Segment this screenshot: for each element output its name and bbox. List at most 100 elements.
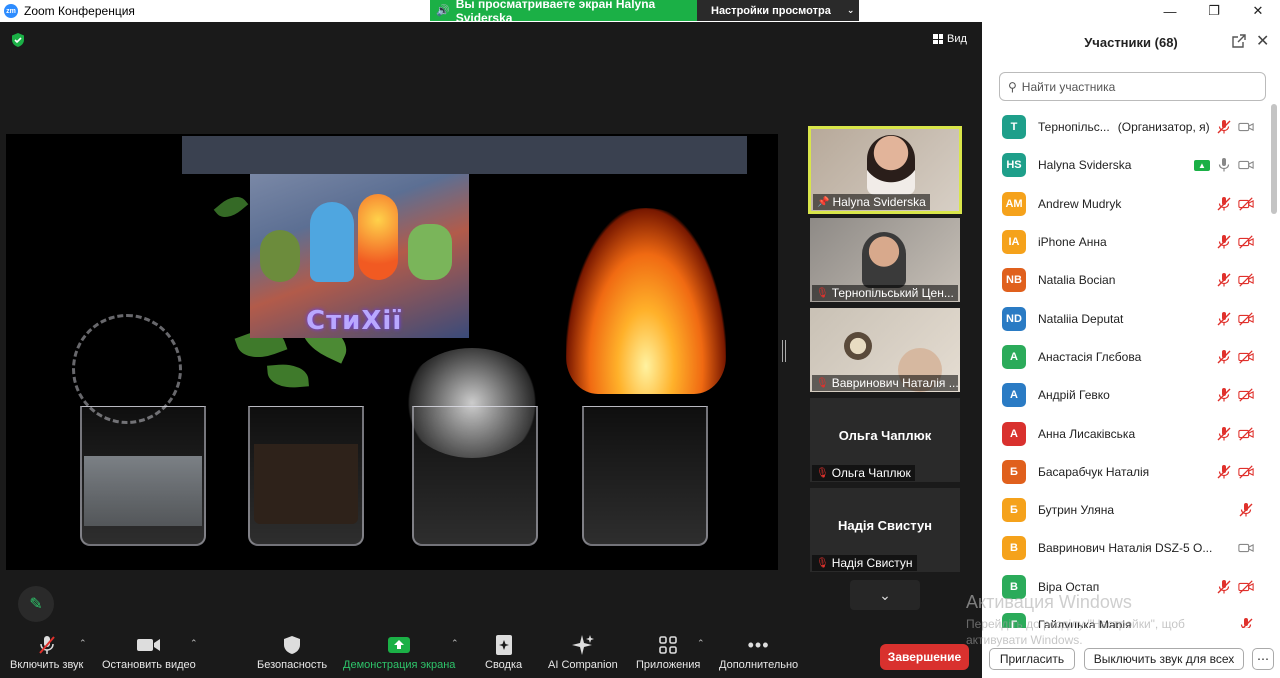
collapse-panel-icon[interactable]: ✕	[1256, 31, 1269, 51]
participant-avatar: В	[1002, 574, 1026, 599]
shared-screen[interactable]: СтиХії	[6, 134, 778, 570]
tile-label: 📌 Halyna Sviderska	[813, 194, 930, 210]
mic-muted-icon	[1216, 426, 1232, 442]
video-tile[interactable]: Надія Свистун 🎙 Надія Свистун	[810, 488, 960, 572]
video-off-icon	[1238, 387, 1254, 403]
participant-row[interactable]: А Андрій Гевко	[982, 376, 1270, 414]
security-label: Безопасность	[257, 659, 328, 671]
leaf	[267, 362, 309, 390]
share-screen-icon	[387, 634, 411, 656]
chevron-down-icon: ⌄	[846, 5, 855, 15]
audio-options-caret[interactable]: ⌃	[79, 638, 87, 649]
participant-status-icons	[1238, 617, 1254, 628]
participant-row[interactable]: IA iPhone Анна	[982, 223, 1270, 261]
popout-icon[interactable]	[1232, 34, 1246, 48]
window-title: Zoom Конференция	[24, 4, 135, 18]
summary-button[interactable]: Сводка	[485, 634, 522, 671]
tile-label: 🎙 Ольга Чаплюк	[812, 465, 915, 481]
share-screen-button[interactable]: Демонстрация экрана	[343, 634, 455, 671]
participant-row[interactable]: Б Басарабчук Наталія	[982, 453, 1270, 491]
video-off-icon	[1238, 349, 1254, 365]
share-screen-label: Демонстрация экрана	[343, 659, 456, 671]
resize-handle[interactable]	[782, 340, 786, 362]
participant-search-input[interactable]: ⚲ Найти участника	[999, 72, 1266, 101]
participant-row[interactable]: AM Andrew Mudryk	[982, 185, 1270, 223]
ai-companion-label: AI Companion	[548, 659, 618, 671]
chevron-down-icon: ⌄	[879, 586, 891, 603]
wall-clock	[844, 332, 872, 360]
participant-status-icons	[1238, 540, 1254, 556]
participant-status-icons	[1216, 196, 1254, 212]
search-placeholder: Найти участника	[1021, 79, 1116, 94]
participant-status-icons	[1216, 119, 1254, 135]
participant-row[interactable]: NB Natalia Bocian	[982, 261, 1270, 299]
participant-avatar: Г	[1002, 613, 1026, 628]
ai-companion-button[interactable]: AI Companion	[548, 634, 618, 671]
annotate-pen-button[interactable]: ✎	[18, 586, 54, 622]
maximize-button[interactable]: ❐	[1192, 0, 1236, 22]
video-off-icon	[1238, 234, 1254, 250]
participant-avatar: NB	[1002, 268, 1026, 293]
tile-participant-name: Ольга Чаплюк	[831, 466, 911, 480]
participant-row[interactable]: В Вавринович Наталія DSZ-5 О...	[982, 529, 1270, 567]
mute-all-button[interactable]: Выключить звук для всех	[1084, 648, 1244, 670]
mic-muted-icon	[1216, 196, 1232, 212]
video-options-caret[interactable]: ⌃	[190, 638, 198, 649]
mic-muted-icon: 🎙	[816, 557, 829, 569]
video-tile[interactable]: Ольга Чаплюк 🎙 Ольга Чаплюк	[810, 398, 960, 482]
close-button[interactable]: ✕	[1236, 0, 1280, 22]
more-button[interactable]: ••• Дополнительно	[719, 634, 798, 672]
video-camera-icon	[136, 634, 162, 656]
participant-row[interactable]: T Тернопільс... (Организатор, я)	[982, 108, 1270, 146]
participant-avatar: T	[1002, 115, 1026, 140]
glass-earth	[248, 406, 364, 546]
participant-row[interactable]: Б Бутрин Уляна	[982, 491, 1270, 529]
stop-video-button[interactable]: Остановить видео	[102, 634, 196, 671]
participant-status-icons	[1216, 349, 1254, 365]
participant-row[interactable]: А Анна Лисаківська	[982, 414, 1270, 452]
apps-label: Приложения	[636, 659, 701, 671]
participant-avatar: А	[1002, 344, 1026, 369]
tile-center-name: Ольга Чаплюк	[838, 428, 932, 443]
participant-avatar: Б	[1002, 498, 1026, 523]
end-meeting-button[interactable]: Завершение	[880, 644, 969, 670]
participant-row[interactable]: ND Nataliia Deputat	[982, 299, 1270, 337]
participant-name: Анна Лисаківська	[1038, 426, 1136, 441]
participant-status-icons	[1216, 311, 1254, 327]
participant-avatar: А	[1002, 383, 1026, 408]
participant-list: T Тернопільс... (Организатор, я) HS Halyna S…	[982, 108, 1270, 628]
apps-button[interactable]: Приложения	[636, 634, 700, 671]
unmute-button[interactable]: Включить звук	[10, 634, 83, 671]
video-tile[interactable]: 🎙 Вавринович Наталія ...	[810, 308, 960, 392]
invite-button[interactable]: Пригласить	[989, 648, 1075, 670]
participant-name: Гайдуцька Марія	[1038, 618, 1132, 628]
participant-row[interactable]: Г Гайдуцька Марія	[982, 606, 1270, 628]
view-button[interactable]: Вид	[933, 33, 967, 45]
encryption-shield-icon[interactable]	[10, 32, 26, 48]
video-icon	[1238, 540, 1254, 556]
tile-center-name: Надія Свистун	[837, 518, 933, 533]
sharing-screen-icon: ▲	[1194, 159, 1210, 171]
gallery-scroll-down-button[interactable]: ⌄	[850, 580, 920, 610]
participant-name: Вавринович Наталія DSZ-5 О...	[1038, 541, 1213, 556]
apps-options-caret[interactable]: ⌃	[697, 638, 705, 649]
window-controls: — ❐ ✕	[1148, 0, 1280, 22]
tile-participant-name: Вавринович Наталія ...	[831, 376, 958, 390]
security-button[interactable]: Безопасность	[257, 634, 327, 671]
video-tile[interactable]: 🎙 Тернопільський Цен...	[810, 218, 960, 302]
participant-row[interactable]: В Віра Остап	[982, 568, 1270, 606]
participant-row[interactable]: HS Halyna Sviderska ▲	[982, 146, 1270, 184]
participant-list-scrollbar[interactable]	[1271, 104, 1277, 214]
more-options-button[interactable]: ⋯	[1252, 648, 1274, 670]
participant-row[interactable]: А Анастасія Глєбова	[982, 338, 1270, 376]
minimize-button[interactable]: —	[1148, 0, 1192, 22]
more-dots-icon: •••	[747, 634, 770, 655]
participant-status-icons	[1216, 579, 1254, 595]
participant-name: Бутрин Уляна	[1038, 503, 1115, 518]
leaf	[213, 190, 249, 224]
video-tile[interactable]: 📌 Halyna Sviderska	[808, 126, 962, 214]
mic-icon	[1216, 157, 1232, 173]
view-options-dropdown[interactable]: Настройки просмотра ⌄	[697, 0, 859, 21]
share-options-caret[interactable]: ⌃	[451, 638, 459, 649]
video-icon	[1238, 157, 1254, 173]
